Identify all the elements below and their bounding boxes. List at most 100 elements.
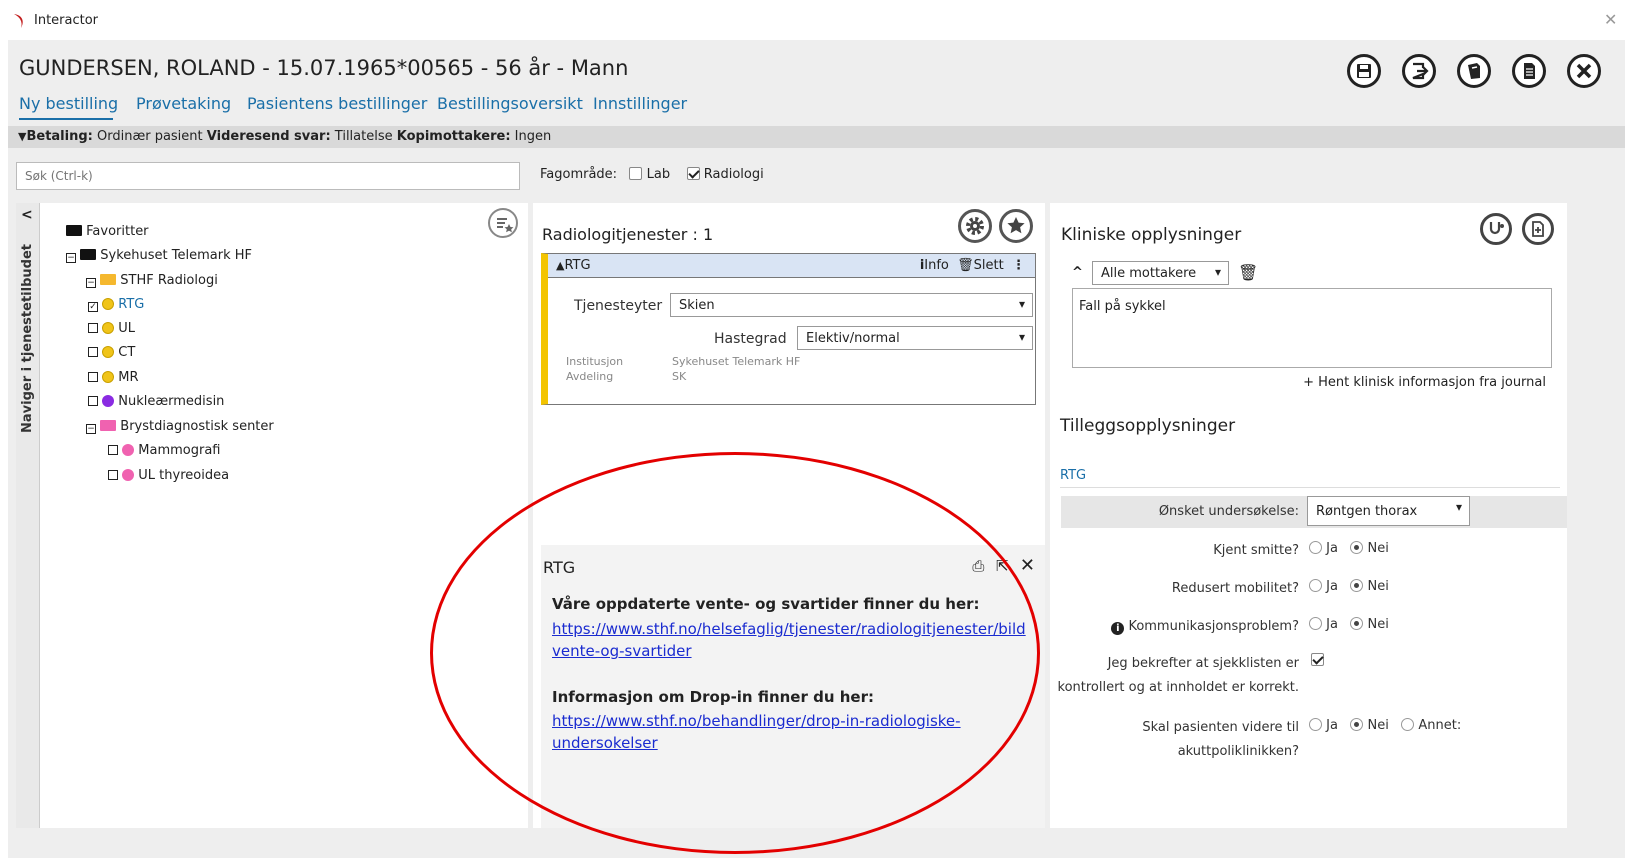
tree-item-rtg[interactable]: ✓ RTG (88, 296, 144, 314)
add-document-icon[interactable] (1522, 213, 1554, 245)
list-star-icon[interactable] (488, 208, 518, 238)
close-icon[interactable] (1567, 54, 1601, 88)
document-icon[interactable] (1512, 54, 1546, 88)
print-icon[interactable]: ⎙ (972, 557, 984, 575)
collapse-icon[interactable]: − (86, 424, 96, 434)
settings-gear-icon[interactable] (958, 209, 992, 243)
checkbox-icon[interactable] (88, 372, 98, 382)
checkbox-icon[interactable] (88, 347, 98, 357)
radiology-services-panel: Radiologitjenester : 1 ▲RTG iInfo 🗑Slett… (533, 203, 1045, 828)
open-external-icon[interactable]: ⇱ (996, 557, 1009, 575)
tree-label: STHF Radiologi (120, 273, 218, 288)
avdeling-value: SK (672, 370, 687, 383)
kjent-smitte-options: Ja Nei (1309, 541, 1389, 556)
tab-innstillinger[interactable]: Innstillinger (593, 94, 687, 113)
mottakere-select[interactable]: Alle mottakere (1092, 261, 1229, 285)
collapse-chevron-icon[interactable]: ^ (1072, 265, 1083, 280)
ja-radio[interactable] (1309, 541, 1322, 554)
nei-radio[interactable] (1350, 579, 1364, 592)
radiologi-checkbox[interactable] (686, 167, 700, 180)
export-icon[interactable] (1402, 54, 1436, 88)
checkbox-icon[interactable] (88, 396, 98, 406)
annet-radio[interactable] (1401, 718, 1415, 731)
tab-provetaking[interactable]: Prøvetaking (136, 94, 231, 113)
trash-icon[interactable]: 🗑 (1238, 263, 1258, 282)
ja-radio[interactable] (1309, 617, 1322, 630)
radio-label: Ja (1326, 718, 1338, 733)
tjenesteyter-select[interactable]: Skien (670, 293, 1033, 317)
delete-button[interactable]: Slett (974, 258, 1004, 273)
clinical-info-textarea[interactable]: Fall på sykkel (1072, 288, 1552, 368)
search-input[interactable] (16, 162, 520, 190)
tree-item-ct[interactable]: CT (88, 344, 135, 362)
stethoscope-icon[interactable] (1480, 213, 1512, 245)
institusjon-label: Institusjon (566, 355, 624, 368)
radio-label: Ja (1326, 579, 1338, 594)
nei-radio[interactable] (1350, 718, 1364, 731)
book-icon[interactable] (1457, 54, 1491, 88)
checkbox-icon[interactable] (108, 445, 118, 455)
videresend-value: Tillatelse (334, 129, 393, 144)
tab-pasientens-bestillinger[interactable]: Pasientens bestillinger (247, 94, 427, 113)
tree-label: MR (118, 370, 139, 385)
active-tab-underline (19, 118, 113, 120)
more-menu-icon[interactable]: ⋮ (1012, 258, 1025, 273)
tree-item-mr[interactable]: MR (88, 369, 139, 387)
lab-checkbox[interactable] (629, 167, 643, 180)
favorite-star-icon[interactable] (999, 209, 1033, 243)
bekrefter-label-2: kontrollert og at innholdet er korrekt. (1057, 680, 1300, 695)
checkbox-icon[interactable] (108, 470, 118, 480)
status-dot-icon (122, 444, 135, 456)
window-close-icon[interactable]: ✕ (1604, 10, 1617, 29)
tree-item-nukleaermedisin[interactable]: Nukleærmedisin (88, 393, 224, 411)
rtg-card-header[interactable]: ▲RTG iInfo 🗑Slett ⋮ (548, 254, 1035, 278)
tree-label: RTG (118, 297, 145, 312)
checked-checkbox-icon[interactable]: ✓ (88, 302, 98, 312)
radio-label: Nei (1367, 718, 1389, 733)
redusert-mobilitet-label: Redusert mobilitet? (1171, 581, 1299, 596)
hastegrad-select[interactable]: Elektiv/normal (797, 326, 1033, 350)
order-info-bar[interactable]: ▼Betaling: Ordinær pasient Videresend sv… (8, 126, 1625, 148)
popup-close-icon[interactable]: ✕ (1020, 555, 1035, 576)
onsket-label: Ønsket undersøkelse: (1158, 504, 1299, 519)
tree-item-ul[interactable]: UL (88, 320, 135, 338)
radio-label: Nei (1367, 541, 1389, 556)
tree-item-mammografi[interactable]: Mammografi (108, 442, 221, 460)
drop-in-link-cont[interactable]: undersokelser (552, 734, 658, 752)
ja-radio[interactable] (1309, 579, 1322, 592)
nei-radio[interactable] (1350, 541, 1364, 554)
tree-label: UL thyreoidea (138, 468, 230, 483)
tree-item-favoritter[interactable]: Favoritter (66, 223, 149, 241)
tab-bestillingsoversikt[interactable]: Bestillingsoversikt (437, 94, 583, 113)
bekrefter-checkbox[interactable] (1311, 653, 1324, 666)
kommunikasjon-label: Kommunikasjonsproblem? (1128, 619, 1299, 634)
scrollbar[interactable] (1567, 203, 1617, 828)
sidebar-collapse-tab[interactable]: < Naviger i tjenestetilbudet (16, 203, 40, 828)
fetch-clinical-info-link[interactable]: + Hent klinisk informasjon fra journal (1303, 375, 1546, 390)
tree-item-sykehuset[interactable]: − Sykehuset Telemark HF (66, 247, 252, 265)
onsket-input[interactable]: Røntgen thorax (1307, 496, 1470, 526)
wait-times-link[interactable]: https://www.sthf.no/helsefaglig/tjeneste… (552, 620, 1026, 638)
trash-icon[interactable]: 🗑 (957, 258, 974, 273)
ja-radio[interactable] (1309, 718, 1322, 731)
collapse-arrow-icon[interactable]: < (21, 207, 33, 223)
info-circle-icon[interactable]: i (1111, 622, 1125, 635)
checkbox-icon[interactable] (88, 323, 98, 333)
tree-item-sthf-radiologi[interactable]: − STHF Radiologi (86, 272, 218, 290)
kopimottakere-value: Ingen (514, 129, 552, 144)
info-button[interactable]: Info (924, 258, 949, 273)
tab-ny-bestilling[interactable]: Ny bestilling (19, 94, 118, 113)
tillegg-title: Tilleggsopplysninger (1060, 416, 1236, 436)
drop-in-link[interactable]: https://www.sthf.no/behandlinger/drop-in… (552, 712, 961, 730)
wait-times-link-cont[interactable]: vente-og-svartider (552, 642, 692, 660)
tree-item-ul-thyreoidea[interactable]: UL thyreoidea (108, 467, 229, 485)
nei-radio[interactable] (1350, 617, 1364, 630)
kommunikasjon-row-label: i Kommunikasjonsproblem? (1111, 619, 1299, 635)
popup-title: RTG (543, 558, 576, 577)
tree-item-brystdiagnostisk[interactable]: − Brystdiagnostisk senter (86, 418, 274, 436)
save-icon[interactable] (1347, 54, 1381, 88)
collapse-icon[interactable]: − (86, 278, 96, 288)
tree-label: Brystdiagnostisk senter (120, 419, 274, 434)
collapse-icon[interactable]: − (66, 253, 76, 263)
fagomrade-label: Fagområde: (540, 167, 618, 182)
